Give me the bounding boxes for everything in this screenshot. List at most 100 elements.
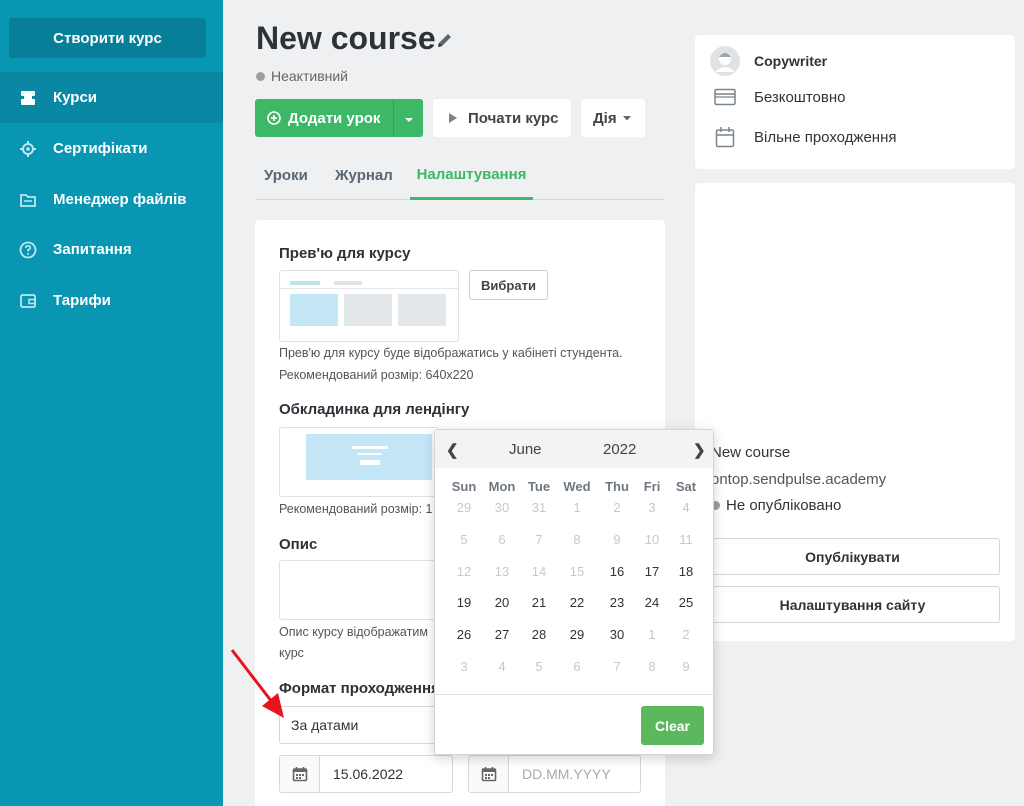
site-title: New course (711, 444, 791, 461)
preview-title: Прев'ю для курсу (279, 245, 411, 262)
play-icon (448, 112, 458, 124)
format-select[interactable]: За датами (279, 706, 459, 744)
clear-date-button[interactable]: Clear (641, 706, 704, 745)
preview-size-hint: Рекомендований розмір: 640x220 (279, 368, 474, 382)
add-lesson-button[interactable]: Додати урок (255, 99, 423, 137)
next-month-button[interactable]: ❯ (693, 441, 706, 459)
preview-placeholder-image (279, 270, 459, 342)
calendar-day: 1 (573, 500, 581, 515)
sidebar: Створити курс Курси Сертифікати Менеджер… (0, 0, 223, 806)
calendar-day: 3 (648, 500, 656, 515)
calendar-icon[interactable] (280, 756, 320, 792)
calendar-day: 9 (682, 659, 690, 674)
sidebar-item-tariffs[interactable]: Тарифи (0, 275, 223, 326)
tab-lessons[interactable]: Уроки (264, 152, 308, 199)
format-title: Формат проходження (279, 680, 440, 697)
calendar-day: 31 (531, 500, 547, 515)
tab-settings[interactable]: Налаштування (410, 152, 533, 200)
calendar-day[interactable]: 21 (520, 590, 558, 616)
calendar-day[interactable]: 29 (558, 622, 596, 648)
status-dot (256, 71, 265, 81)
sidebar-item-courses[interactable]: Курси (0, 72, 223, 123)
add-lesson-dropdown-toggle[interactable] (393, 99, 423, 137)
calendar-day[interactable]: 27 (483, 622, 521, 648)
tab-journal[interactable]: Журнал (335, 152, 393, 199)
mode-text: Вільне проходження (754, 128, 897, 146)
calendar-day[interactable]: 16 (598, 559, 636, 585)
month-label[interactable]: June (509, 441, 542, 458)
price-text: Безкоштовно (754, 88, 846, 106)
course-tabs: Уроки Журнал Налаштування (255, 152, 665, 200)
calendar-day: 6 (498, 532, 506, 547)
description-hint: Опис курсу відображатим (279, 625, 428, 639)
calendar-day: 8 (573, 532, 581, 547)
calendar-day[interactable]: 19 (445, 590, 483, 616)
status-text: Неактивний (271, 68, 349, 84)
calendar-day: 4 (682, 500, 690, 515)
calendar-day[interactable]: 22 (558, 590, 596, 616)
courses-icon (18, 88, 38, 108)
datepicker-popup: ❮ June 2022 ❯ Sun Mon Tue Wed Thu Fri Sat 29 30 3… (434, 429, 714, 755)
calendar-day[interactable]: 20 (483, 590, 521, 616)
end-date-placeholder: DD.MM.YYYY (522, 766, 611, 782)
sidebar-item-label: Сертифікати (53, 140, 148, 157)
credit-card-icon (710, 82, 740, 112)
calendar-day[interactable]: 25 (667, 590, 705, 616)
prev-month-button[interactable]: ❮ (446, 441, 459, 459)
create-course-button[interactable]: Створити курс (9, 18, 206, 58)
caret-down-icon (622, 115, 631, 121)
action-dropdown[interactable]: Дія (581, 99, 645, 137)
site-status-text: Не опубліковано (726, 497, 842, 514)
calendar-day[interactable]: 23 (598, 590, 636, 616)
cover-title: Обкладинка для лендінгу (279, 401, 470, 418)
calendar-icon (710, 122, 740, 152)
calendar-day: 1 (648, 627, 656, 642)
sidebar-item-label: Тарифи (53, 292, 111, 309)
weekday-wed: Wed (563, 479, 591, 494)
sidebar-item-questions[interactable]: Запитання (0, 224, 223, 275)
calendar-day[interactable]: 26 (445, 622, 483, 648)
calendar-day: 7 (613, 659, 621, 674)
site-url[interactable]: ontop.sendpulse.academy (711, 471, 886, 488)
calendar-day[interactable]: 24 (633, 590, 671, 616)
publish-button[interactable]: Опублікувати (705, 538, 1000, 575)
start-date-input[interactable]: 15.06.2022 (279, 755, 453, 793)
sidebar-item-label: Запитання (53, 241, 132, 258)
author-row: Copywriter (710, 46, 827, 76)
mode-row: Вільне проходження (710, 122, 897, 152)
calendar-day: 5 (535, 659, 543, 674)
calendar-day[interactable]: 30 (598, 622, 636, 648)
datepicker-divider (435, 694, 713, 695)
calendar-day[interactable]: 17 (633, 559, 671, 585)
add-lesson-label: Додати урок (288, 109, 381, 127)
calendar-day: 2 (682, 627, 690, 642)
calendar-day: 6 (573, 659, 581, 674)
site-panel: New course ontop.sendpulse.academy Не оп… (695, 183, 1015, 641)
calendar-day: 29 (456, 500, 472, 515)
choose-preview-button[interactable]: Вибрати (469, 270, 548, 300)
pencil-icon[interactable] (435, 30, 455, 50)
sidebar-item-certificates[interactable]: Сертифікати (0, 123, 223, 174)
calendar-icon[interactable] (469, 756, 509, 792)
sidebar-item-label: Курси (53, 89, 98, 106)
avatar (710, 46, 740, 76)
caret-down-icon (404, 110, 414, 127)
annotation-arrow-icon (230, 649, 284, 718)
calendar-day[interactable]: 18 (667, 559, 705, 585)
weekday-mon: Mon (488, 479, 516, 494)
description-textarea[interactable] (279, 560, 449, 620)
calendar-day: 7 (535, 532, 543, 547)
end-date-input[interactable]: DD.MM.YYYY (468, 755, 641, 793)
weekday-sun: Sun (451, 479, 477, 494)
start-course-button[interactable]: Почати курс (433, 99, 571, 137)
site-settings-button[interactable]: Налаштування сайту (705, 586, 1000, 623)
sidebar-item-file-manager[interactable]: Менеджер файлів (0, 174, 223, 225)
year-label[interactable]: 2022 (603, 441, 636, 458)
weekday-thu: Thu (605, 479, 629, 494)
plus-circle-icon (267, 111, 281, 125)
start-date-value: 15.06.2022 (333, 766, 404, 782)
calendar-day[interactable]: 28 (520, 622, 558, 648)
calendar-day: 14 (531, 564, 547, 579)
calendar-day: 15 (569, 564, 585, 579)
calendar-day: 5 (460, 532, 468, 547)
